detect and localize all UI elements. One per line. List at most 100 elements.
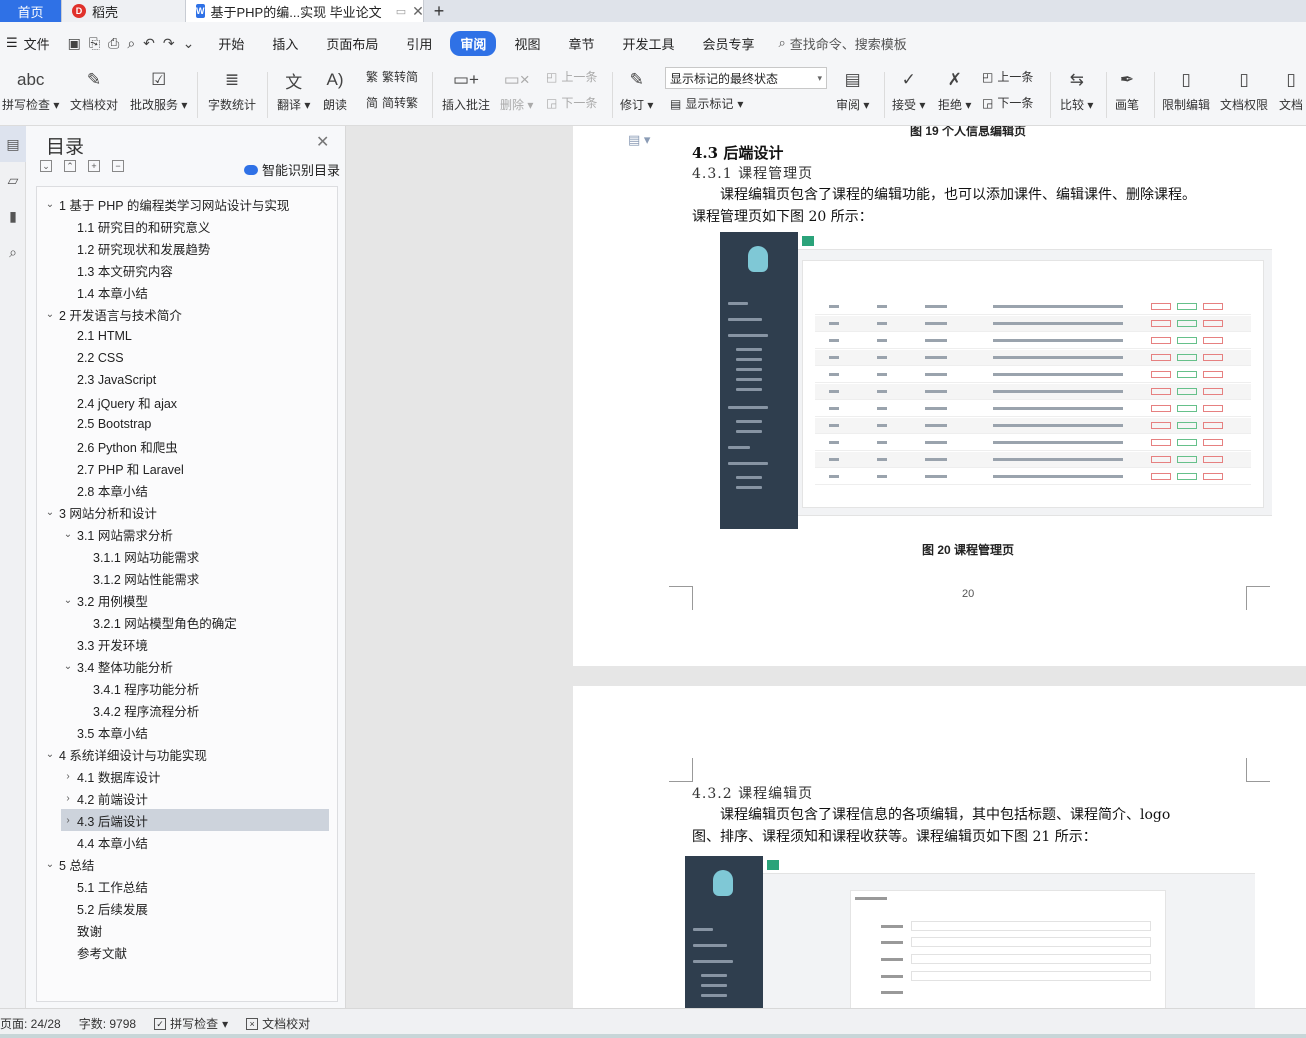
prev-change-button[interactable]: ◰ 上一条: [982, 68, 1033, 85]
chevron-down-icon[interactable]: ⌄: [43, 199, 57, 210]
doc-proofread-button[interactable]: ✎ 文档校对: [70, 67, 118, 113]
file-menu[interactable]: ☰ 文件: [0, 34, 58, 53]
find-icon[interactable]: ⌕: [0, 234, 26, 270]
redo-icon[interactable]: ↷: [163, 35, 175, 52]
menu-item[interactable]: 审阅: [450, 30, 497, 56]
command-search[interactable]: ⌕ 查找命令、搜索模板: [779, 34, 907, 53]
reject-button[interactable]: ✗ 拒绝 ▾: [938, 67, 971, 113]
chevron-right-icon[interactable]: ›: [61, 771, 75, 782]
print-icon[interactable]: ⎙: [108, 35, 119, 52]
tab-daoke[interactable]: D 稻壳: [62, 0, 186, 22]
next-change-button[interactable]: ◲ 下一条: [982, 94, 1033, 111]
toc-item[interactable]: 2.4 jQuery 和 ajax: [61, 391, 329, 413]
toc-item[interactable]: 2.8 本章小结: [61, 479, 329, 501]
toc-item[interactable]: 致谢: [61, 919, 329, 941]
toc-item[interactable]: 3.4.2 程序流程分析: [77, 699, 329, 721]
tab-document[interactable]: W 基于PHP的编...实现 毕业论文 ▭ ✕: [186, 0, 424, 22]
toc-item[interactable]: 2.5 Bootstrap: [61, 413, 329, 435]
spell-check-button[interactable]: abc 拼写检查 ▾: [2, 67, 59, 113]
translate-button[interactable]: 文翻译 ▾: [277, 67, 310, 113]
toc-item[interactable]: 3.4.1 程序功能分析: [77, 677, 329, 699]
toc-item[interactable]: ⌄ 3.4 整体功能分析: [61, 655, 329, 677]
accept-button[interactable]: ✓ 接受 ▾: [892, 67, 925, 113]
menu-item[interactable]: 视图: [504, 31, 550, 56]
undo-icon[interactable]: ↶: [143, 35, 155, 52]
toc-item[interactable]: ⌄ 4 系统详细设计与功能实现: [43, 743, 329, 765]
paragraph-marker-icon[interactable]: ▤ ▾: [628, 132, 650, 148]
menu-item[interactable]: 引用: [396, 31, 442, 56]
customize-chevron-icon[interactable]: ⌄: [183, 35, 195, 52]
toc-item[interactable]: 1.3 本文研究内容: [61, 259, 329, 281]
toc-item[interactable]: › 4.1 数据库设计: [61, 765, 329, 787]
tab-home[interactable]: 首页: [0, 0, 62, 22]
export-icon[interactable]: ⎘: [89, 35, 100, 52]
toc-item[interactable]: 1.4 本章小结: [61, 281, 329, 303]
toc-item[interactable]: 2.3 JavaScript: [61, 369, 329, 391]
toc-item[interactable]: 参考文献: [61, 941, 329, 963]
markup-display-select[interactable]: 显示标记的最终状态 ▾: [665, 67, 827, 89]
status-spell-check[interactable]: ✓ 拼写检查 ▾: [154, 1015, 228, 1032]
word-count-indicator[interactable]: 字数: 9798: [79, 1015, 136, 1032]
status-proofread[interactable]: × 文档校对: [246, 1015, 310, 1032]
chapter-nav-icon[interactable]: ▱: [0, 162, 26, 198]
close-tab-icon[interactable]: ✕: [412, 3, 424, 20]
simp-to-trad-button[interactable]: 简简转繁: [366, 94, 418, 111]
delete-comment-button[interactable]: ▭× 删除 ▾: [500, 67, 533, 113]
chevron-down-icon[interactable]: ⌄: [61, 595, 75, 606]
toc-item[interactable]: 2.2 CSS: [61, 347, 329, 369]
toc-item[interactable]: ⌄ 1 基于 PHP 的编程类学习网站设计与实现: [43, 193, 329, 215]
toc-item[interactable]: 3.5 本章小结: [61, 721, 329, 743]
doc-rights-button[interactable]: ▯ 文档权限: [1220, 67, 1268, 113]
new-tab-button[interactable]: +: [424, 0, 454, 22]
restrict-editing-button[interactable]: ▯ 限制编辑: [1162, 67, 1210, 113]
toc-item[interactable]: ⌄ 3 网站分析和设计: [43, 501, 329, 523]
chevron-down-icon[interactable]: ⌄: [43, 507, 57, 518]
menu-item[interactable]: 页面布局: [316, 31, 388, 56]
toc-item[interactable]: 3.3 开发环境: [61, 633, 329, 655]
chevron-down-icon[interactable]: ⌄: [61, 529, 75, 540]
remove-heading-icon[interactable]: −: [112, 160, 124, 172]
next-comment-button[interactable]: ◲ 下一条: [546, 94, 597, 111]
close-icon[interactable]: ✕: [316, 132, 329, 152]
toc-item[interactable]: 2.7 PHP 和 Laravel: [61, 457, 329, 479]
show-markup-button[interactable]: ▤ 显示标记 ▾: [670, 95, 743, 112]
chevron-down-icon[interactable]: ⌄: [43, 749, 57, 760]
menu-item[interactable]: 开发工具: [612, 31, 684, 56]
page-indicator[interactable]: 页面: 24/28: [0, 1015, 61, 1032]
track-changes-button[interactable]: ✎ 修订 ▾: [620, 67, 653, 113]
toc-panel-icon[interactable]: ▤: [0, 126, 26, 162]
toc-item[interactable]: 3.1.2 网站性能需求: [77, 567, 329, 589]
menu-item[interactable]: 会员专享: [692, 31, 764, 56]
toc-item[interactable]: 2.6 Python 和爬虫: [61, 435, 329, 457]
menu-item[interactable]: 开始: [208, 31, 254, 56]
chevron-down-icon[interactable]: ⌄: [43, 859, 57, 870]
toc-item[interactable]: ⌄ 2 开发语言与技术简介: [43, 303, 329, 325]
toc-item[interactable]: ⌄ 3.2 用例模型: [61, 589, 329, 611]
compare-button[interactable]: ⇆ 比较 ▾: [1060, 67, 1093, 113]
menu-item[interactable]: 章节: [558, 31, 604, 56]
menu-item[interactable]: 插入: [262, 31, 308, 56]
trad-to-simp-button[interactable]: 繁繁转简: [366, 68, 418, 85]
toc-item[interactable]: › 4.2 前端设计: [61, 787, 329, 809]
pin-icon[interactable]: ▭: [396, 5, 406, 18]
bookmark-icon[interactable]: ▮: [0, 198, 26, 234]
collapse-all-icon[interactable]: ⌄: [40, 160, 52, 172]
chevron-down-icon[interactable]: ⌄: [43, 309, 57, 320]
toc-item[interactable]: 5.1 工作总结: [61, 875, 329, 897]
read-aloud-button[interactable]: A) 朗读: [322, 67, 348, 113]
toc-item[interactable]: 3.1.1 网站功能需求: [77, 545, 329, 567]
toc-item[interactable]: 1.1 研究目的和研究意义: [61, 215, 329, 237]
chevron-down-icon[interactable]: ⌄: [61, 661, 75, 672]
toc-item[interactable]: ⌄ 3.1 网站需求分析: [61, 523, 329, 545]
prev-comment-button[interactable]: ◰ 上一条: [546, 68, 597, 85]
toc-item[interactable]: 1.2 研究现状和发展趋势: [61, 237, 329, 259]
toc-item[interactable]: › 4.3 后端设计: [61, 809, 329, 831]
toc-item[interactable]: 4.4 本章小结: [61, 831, 329, 853]
toc-item[interactable]: ⌄ 5 总结: [43, 853, 329, 875]
toc-item[interactable]: 3.2.1 网站模型角色的确定: [77, 611, 329, 633]
save-icon[interactable]: ▣: [68, 35, 81, 52]
smart-toc-button[interactable]: 智能识别目录: [244, 160, 340, 179]
chevron-right-icon[interactable]: ›: [61, 793, 75, 804]
add-heading-icon[interactable]: +: [88, 160, 100, 172]
expand-up-icon[interactable]: ⌃: [64, 160, 76, 172]
